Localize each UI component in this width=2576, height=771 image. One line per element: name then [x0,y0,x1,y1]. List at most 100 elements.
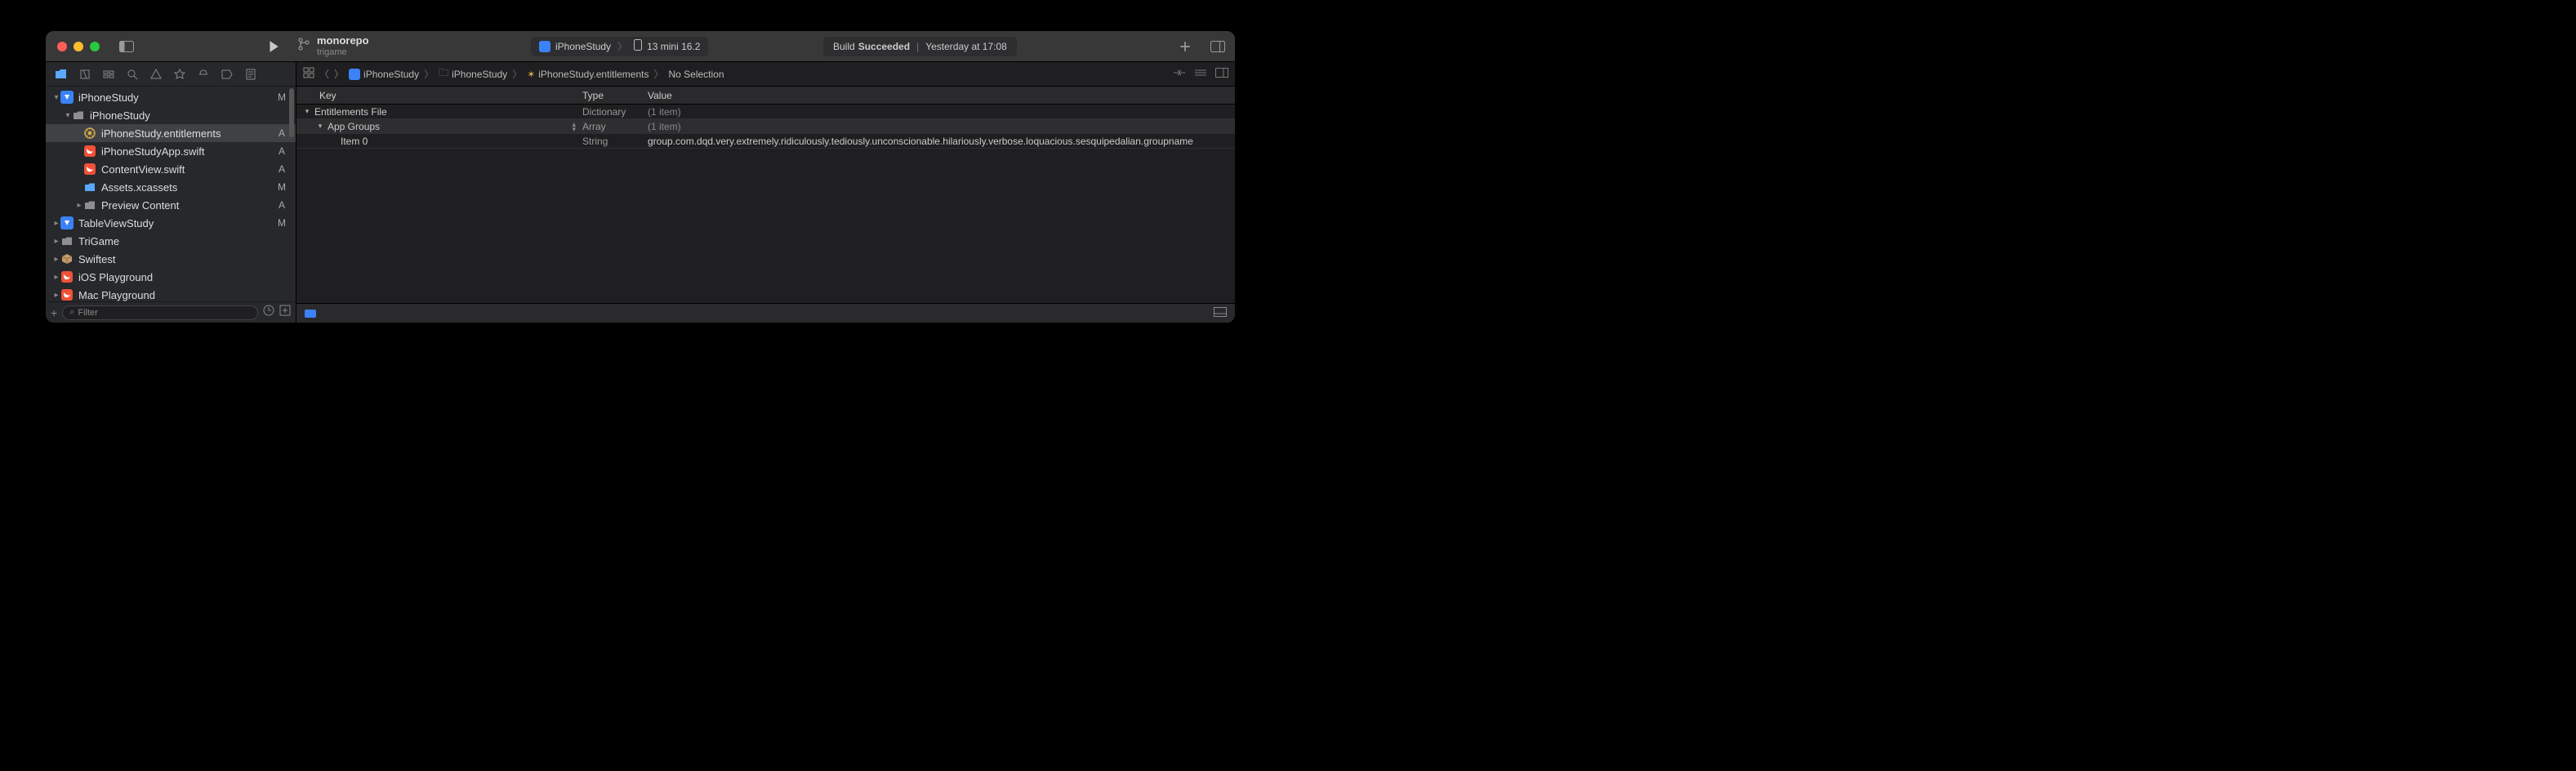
jumpbar-crumb-3[interactable]: No Selection [668,69,724,80]
plist-row[interactable]: ▾Entitlements File Dictionary(1 item) [296,105,1235,119]
tree-row[interactable]: ▸ TriGame [46,232,296,250]
add-button[interactable]: + [51,306,57,319]
plist-editor: Key Type Value ▾Entitlements FileDiction… [296,87,1235,303]
project-icon [60,216,74,230]
zoom-window-button[interactable] [90,42,100,51]
disclosure-chevron[interactable]: ▾ [64,111,72,120]
project-navigator-tab[interactable] [54,67,68,81]
tree-row[interactable]: iPhoneStudyApp.swiftA [46,142,296,160]
disclosure-chevron[interactable]: ▸ [52,219,60,228]
plist-type[interactable]: Dictionary [582,106,648,118]
disclosure-chevron[interactable]: ▸ [52,255,60,264]
disclosure-chevron[interactable]: ▸ [75,201,83,210]
tree-row[interactable]: ▾iPhoneStudyM [46,88,296,106]
tree-item-label: iPhoneStudy.entitlements [101,127,276,140]
assets-icon [83,180,96,194]
tree-item-label: TriGame [78,235,276,247]
tree-row[interactable]: ▸ iOS Playground [46,268,296,286]
recent-filter-button[interactable] [263,305,274,320]
report-navigator-tab[interactable] [243,67,257,81]
tree-row[interactable]: ▸Swiftest [46,250,296,268]
plist-value[interactable]: (1 item) [648,106,1235,118]
swift-icon [83,163,96,176]
folder-icon [60,234,74,247]
breakpoint-navigator-tab[interactable] [220,67,234,81]
scm-status: A [276,163,287,175]
column-type[interactable]: Type [582,90,648,101]
run-button[interactable] [265,38,283,55]
app-icon [539,41,550,52]
scheme-destination-picker[interactable]: iPhoneStudy 〉 13 mini 16.2 [531,37,708,56]
activity-status[interactable]: Build Succeeded | Yesterday at 17:08 [823,37,1017,56]
toggle-inspector-button[interactable] [1209,38,1227,55]
source-control-navigator-tab[interactable] [78,67,91,81]
folder-icon: 🗀 [439,65,448,82]
navigator-tabs [46,62,296,87]
folder-icon [72,109,85,122]
disclosure-chevron[interactable]: ▸ [52,291,60,300]
tag-indicator[interactable] [305,310,316,318]
library-button[interactable] [1176,38,1194,55]
package-icon [60,252,74,265]
chevron-right-icon: 〉 [617,39,627,53]
folder-icon [83,198,96,212]
minimize-window-button[interactable] [74,42,83,51]
find-navigator-tab[interactable] [125,67,139,81]
back-button[interactable]: 〈 [319,67,329,81]
review-button[interactable] [1173,68,1186,80]
titlebar: monorepo trigame iPhoneStudy 〉 13 mini 1… [46,31,1235,62]
disclosure-triangle[interactable]: ▾ [303,107,311,116]
scm-status: A [276,127,287,139]
type-stepper[interactable]: ▴▾ [572,122,576,131]
scm-filter-button[interactable] [279,305,291,320]
project-tree[interactable]: ▾iPhoneStudyM▾iPhoneStudyiPhoneStudy.ent… [46,87,296,301]
source-control-branch[interactable]: monorepo trigame [297,35,369,56]
editor-footer [296,303,1235,323]
disclosure-chevron[interactable]: ▾ [52,93,60,102]
plist-type[interactable]: String [582,136,648,147]
add-editor-button[interactable] [1215,68,1228,80]
column-key[interactable]: Key [296,90,582,101]
tree-row[interactable]: ▸Mac Playground [46,286,296,301]
jumpbar-crumb-0[interactable]: iPhoneStudy [349,69,419,80]
tree-row[interactable]: ▾iPhoneStudy [46,106,296,124]
disclosure-chevron[interactable]: ▸ [52,237,60,246]
plist-value[interactable]: group.com.dqd.very.extremely.ridiculousl… [648,136,1235,147]
editor-options-button[interactable] [1194,68,1207,80]
scm-status: A [276,199,287,211]
tree-row[interactable]: iPhoneStudy.entitlementsA [46,124,296,142]
plist-type[interactable]: Array [582,121,648,132]
destination-name: 13 mini 16.2 [647,41,700,52]
close-window-button[interactable] [57,42,67,51]
traffic-lights [57,42,100,51]
filter-input[interactable]: ⌕ Filter [62,305,258,320]
column-value[interactable]: Value [648,90,1235,101]
tree-item-label: iOS Playground [78,271,276,283]
plist-row[interactable]: Item 0Stringgroup.com.dqd.very.extremely… [296,134,1235,149]
symbol-navigator-tab[interactable] [101,67,115,81]
toggle-navigator-button[interactable] [118,38,136,55]
tree-row[interactable]: ▸TableViewStudyM [46,214,296,232]
plist-value[interactable]: (1 item) [648,121,1235,132]
jump-bar: 〈 〉 iPhoneStudy 〉 🗀 iPhoneStudy 〉 ✶ iPho… [296,62,1235,87]
test-navigator-tab[interactable] [172,67,186,81]
disclosure-triangle[interactable]: ▾ [316,122,324,131]
branch-name: monorepo [317,35,369,47]
issue-navigator-tab[interactable] [149,67,163,81]
jumpbar-crumb-2[interactable]: ✶ iPhoneStudy.entitlements [527,69,648,80]
debug-navigator-tab[interactable] [196,67,210,81]
filter-placeholder: Filter [78,308,97,318]
tree-row[interactable]: ContentView.swiftA [46,160,296,178]
jumpbar-crumb-1[interactable]: 🗀 iPhoneStudy [439,65,507,82]
plist-row[interactable]: ▾App Groups▴▾Array(1 item) [296,119,1235,134]
toggle-bottom-panel-button[interactable] [1214,306,1227,321]
tree-row[interactable]: ▸Preview ContentA [46,196,296,214]
related-items-button[interactable] [303,67,314,81]
plist-key: Entitlements File [314,106,387,118]
scrollbar-thumb[interactable] [289,88,294,137]
disclosure-chevron[interactable]: ▸ [52,273,60,282]
forward-button[interactable]: 〉 [334,67,344,81]
tree-row[interactable]: Assets.xcassetsM [46,178,296,196]
editor-area: 〈 〉 iPhoneStudy 〉 🗀 iPhoneStudy 〉 ✶ iPho… [296,62,1235,323]
device-icon [634,39,642,53]
